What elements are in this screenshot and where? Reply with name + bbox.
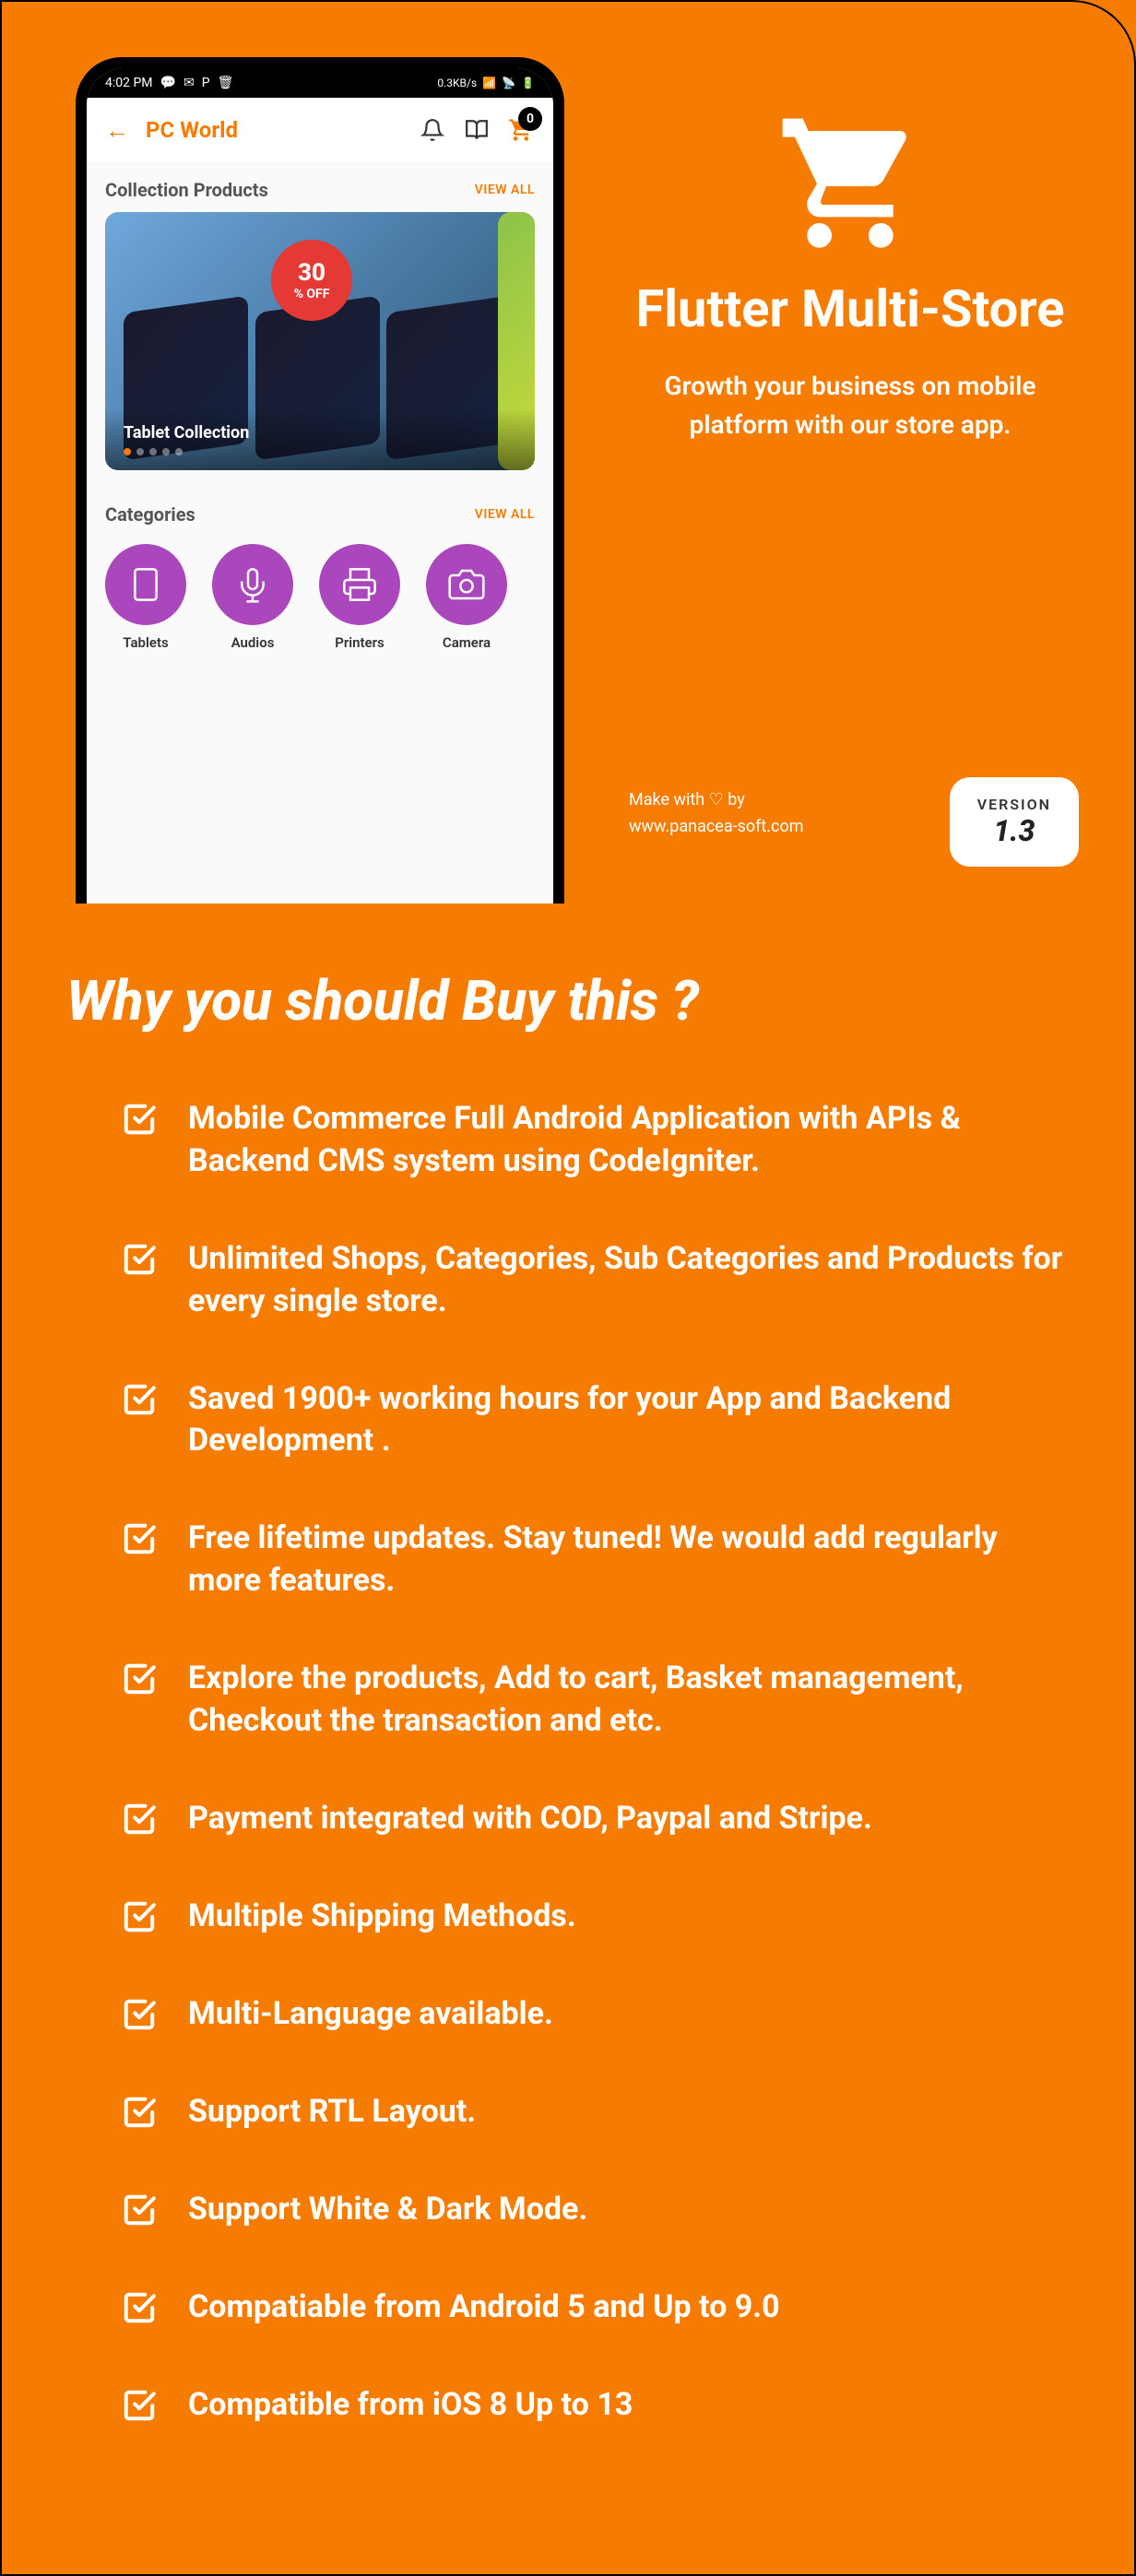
features-list: Mobile Commerce Full Android Application…: [66, 1098, 1070, 2427]
appbar-title: PC World: [146, 117, 402, 143]
categories-header: Categories VIEW ALL: [105, 503, 535, 526]
cart-logo-icon: [776, 112, 924, 260]
collection-viewall[interactable]: VIEW ALL: [475, 183, 535, 197]
cart-badge: 0: [518, 107, 542, 131]
phone-screen: 4:02 PM 💬 ✉ P 🗑 0.3KB/s 📶 📡 🔋 ← PC World: [87, 68, 553, 904]
msg-icon: ✉: [183, 76, 195, 90]
credit-text: Make with ♡ by www.panacea-soft.com: [629, 787, 804, 841]
feature-text: Multiple Shipping Methods.: [188, 1896, 576, 1938]
feature-text: Multi-Language available.: [188, 1993, 553, 2036]
feature-text: Mobile Commerce Full Android Application…: [188, 1098, 1070, 1183]
tablet-icon: [105, 544, 186, 625]
hero-panel: 4:02 PM 💬 ✉ P 🗑 0.3KB/s 📶 📡 🔋 ← PC World: [0, 0, 1136, 904]
chat-icon: 💬: [160, 76, 176, 90]
check-icon: [122, 1521, 157, 1560]
feature-text: Support White & Dark Mode.: [188, 2189, 587, 2231]
status-right: 0.3KB/s 📶 📡 🔋: [437, 77, 535, 89]
feature-text: Payment integrated with COD, Paypal and …: [188, 1798, 872, 1840]
categories-viewall[interactable]: VIEW ALL: [475, 507, 535, 522]
check-icon: [122, 1802, 157, 1840]
wifi-icon: 📡: [502, 77, 515, 89]
carousel-overlay: Tablet Collection: [105, 408, 535, 470]
category-camera[interactable]: Camera: [426, 544, 507, 651]
check-icon: [122, 1661, 157, 1700]
feature-item: Compatiable from Android 5 and Up to 9.0: [66, 2286, 1070, 2329]
battery-icon: 🔋: [521, 77, 535, 89]
p-icon: P: [202, 76, 210, 90]
check-icon: [122, 1102, 157, 1140]
status-time: 4:02 PM: [105, 76, 153, 90]
feature-item: Explore the products, Add to cart, Baske…: [66, 1658, 1070, 1743]
version-label: VERSION: [977, 796, 1051, 813]
check-icon: [122, 1382, 157, 1421]
feature-item: Support RTL Layout.: [66, 2091, 1070, 2133]
credit-link[interactable]: www.panacea-soft.com: [629, 817, 804, 836]
phone-frame: 4:02 PM 💬 ✉ P 🗑 0.3KB/s 📶 📡 🔋 ← PC World: [76, 57, 564, 904]
collection-header: Collection Products VIEW ALL: [105, 179, 535, 201]
categories-row: Tablets Audios Printers Camera: [105, 537, 535, 658]
back-icon[interactable]: ←: [105, 116, 129, 145]
feature-text: Explore the products, Add to cart, Baske…: [188, 1658, 1070, 1743]
feature-text: Support RTL Layout.: [188, 2091, 476, 2133]
categories-title: Categories: [105, 503, 195, 526]
check-icon: [122, 1899, 157, 1938]
collection-carousel[interactable]: 30 % OFF Tablet Collection: [105, 212, 535, 470]
categories-section: Categories VIEW ALL Tablets Audios Print…: [87, 487, 553, 675]
version-badge: VERSION 1.3: [950, 777, 1079, 867]
feature-text: Unlimited Shops, Categories, Sub Categor…: [188, 1238, 1070, 1323]
carousel-caption: Tablet Collection: [124, 423, 249, 443]
status-net: 0.3KB/s: [437, 77, 477, 89]
feature-text: Compatiable from Android 5 and Up to 9.0: [188, 2286, 780, 2329]
category-audios[interactable]: Audios: [212, 544, 293, 651]
hero-right: Flutter Multi-Store Growth your business…: [620, 112, 1081, 444]
trash-icon: 🗑: [218, 76, 234, 90]
feature-item: Compatible from iOS 8 Up to 13: [66, 2384, 1070, 2427]
check-icon: [122, 2095, 157, 2133]
feature-item: Unlimited Shops, Categories, Sub Categor…: [66, 1238, 1070, 1323]
app-bar: ← PC World 0: [87, 98, 553, 162]
features-panel: Why you should Buy this ? Mobile Commerc…: [0, 904, 1136, 2576]
feature-item: Mobile Commerce Full Android Application…: [66, 1098, 1070, 1183]
category-tablets[interactable]: Tablets: [105, 544, 186, 651]
why-title: Why you should Buy this ?: [66, 968, 1070, 1034]
printer-icon: [319, 544, 400, 625]
book-icon[interactable]: [463, 116, 491, 144]
signal-icon: 📶: [482, 77, 496, 89]
camera-icon: [426, 544, 507, 625]
hero-subtitle: Growth your business on mobile platform …: [620, 367, 1081, 444]
status-bar: 4:02 PM 💬 ✉ P 🗑 0.3KB/s 📶 📡 🔋: [87, 68, 553, 98]
discount-text: % OFF: [294, 287, 330, 301]
discount-number: 30: [298, 259, 325, 287]
bell-icon[interactable]: [419, 116, 446, 144]
feature-item: Support White & Dark Mode.: [66, 2189, 1070, 2231]
discount-badge: 30 % OFF: [271, 240, 352, 321]
collection-title: Collection Products: [105, 179, 268, 201]
feature-item: Multiple Shipping Methods.: [66, 1896, 1070, 1938]
check-icon: [122, 1242, 157, 1281]
carousel-dots: [124, 448, 516, 455]
feature-item: Free lifetime updates. Stay tuned! We wo…: [66, 1518, 1070, 1602]
feature-text: Saved 1900+ working hours for your App a…: [188, 1378, 1070, 1463]
feature-item: Saved 1900+ working hours for your App a…: [66, 1378, 1070, 1463]
feature-text: Free lifetime updates. Stay tuned! We wo…: [188, 1518, 1070, 1602]
collection-section: Collection Products VIEW ALL 30 % OFF Ta…: [87, 162, 553, 487]
version-number: 1.3: [977, 813, 1051, 848]
feature-item: Payment integrated with COD, Paypal and …: [66, 1798, 1070, 1840]
check-icon: [122, 2290, 157, 2329]
heart-icon: ♡: [709, 790, 728, 809]
hero-title: Flutter Multi-Store: [620, 278, 1081, 339]
check-icon: [122, 2388, 157, 2427]
cart-button[interactable]: 0: [507, 116, 535, 144]
feature-item: Multi-Language available.: [66, 1993, 1070, 2036]
status-left: 4:02 PM 💬 ✉ P 🗑: [105, 76, 233, 90]
check-icon: [122, 2192, 157, 2231]
feature-text: Compatible from iOS 8 Up to 13: [188, 2384, 633, 2427]
audio-icon: [212, 544, 293, 625]
category-printers[interactable]: Printers: [319, 544, 400, 651]
check-icon: [122, 1997, 157, 2036]
